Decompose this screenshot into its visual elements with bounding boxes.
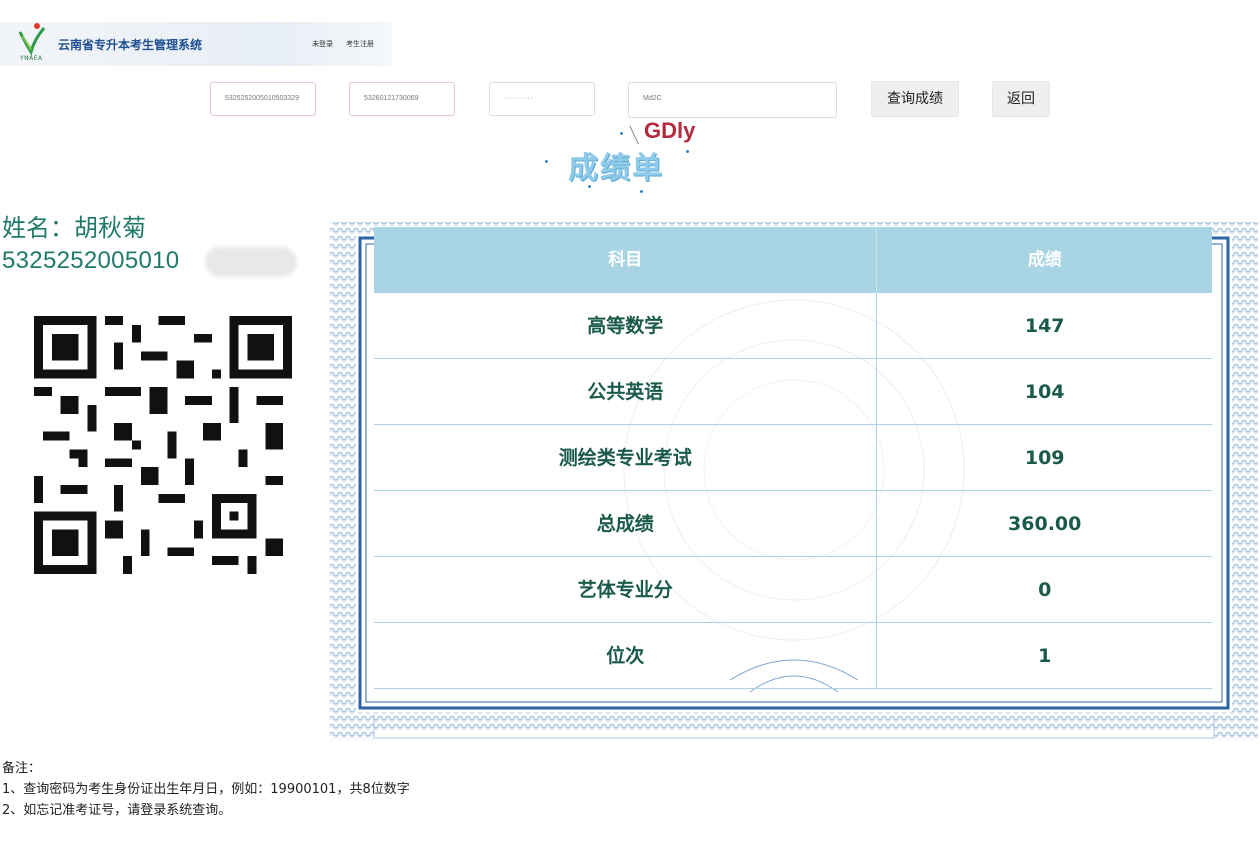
- title-decoration-dot: [640, 190, 643, 193]
- logo-caption: YNAEA: [20, 55, 43, 62]
- score-cell: 109: [1024, 447, 1065, 469]
- id-number-input[interactable]: 5326012173006​9: [349, 82, 455, 116]
- register-link[interactable]: 考生注册: [346, 39, 374, 49]
- notes-label: 备注：: [2, 761, 42, 776]
- subject-cell: 总成绩: [374, 491, 878, 556]
- score-cell: 147: [1024, 315, 1065, 337]
- exam-number-input[interactable]: 5325252005010503329: [210, 82, 316, 116]
- score-cell: 0: [1038, 579, 1052, 601]
- title-decoration-dot: [620, 132, 623, 135]
- title-decoration-dot: [588, 185, 591, 188]
- score-cell: 360.00: [1008, 513, 1082, 535]
- candidate-exam-number: 5325252005010: [2, 247, 180, 274]
- table-row: 艺体专业分 0: [374, 557, 1212, 623]
- table-row: 公共英语 104: [374, 359, 1212, 425]
- column-header-score: 成绩: [1027, 250, 1062, 270]
- table-row: 高等数学 147: [374, 293, 1212, 359]
- back-button[interactable]: 返回: [992, 81, 1050, 117]
- redaction-blur: [205, 247, 297, 277]
- captcha-input[interactable]: Md2C: [628, 82, 837, 118]
- notes-line-1: 1、查询密码为考生身份证出生年月日，例如：19900101，共8位数字: [2, 782, 410, 797]
- notes: 备注： 1、查询密码为考生身份证出生年月日，例如：19900101，共8位数字 …: [2, 758, 410, 821]
- report-title: 成绩单: [568, 151, 664, 186]
- subject-cell: 高等数学: [374, 293, 878, 358]
- table-header-row: 科目 成绩: [374, 227, 1212, 293]
- password-input[interactable]: ·········: [489, 82, 595, 116]
- title-decoration-dot: [545, 160, 548, 163]
- query-score-button[interactable]: 查询成绩: [871, 81, 959, 117]
- candidate-name: 姓名：胡秋菊: [2, 214, 146, 242]
- subject-cell: 艺体专业分: [374, 557, 878, 622]
- table-row: 总成绩 360.00: [374, 491, 1212, 557]
- qr-code: [34, 316, 292, 574]
- score-cell: 104: [1024, 381, 1065, 403]
- table-row: 测绘类专业考试 109: [374, 425, 1212, 491]
- table-row: 位次 1: [374, 623, 1212, 689]
- login-link[interactable]: 未登录: [312, 39, 333, 49]
- subject-cell: 公共英语: [374, 359, 878, 424]
- notes-line-2: 2、如忘记准考证号，请登录系统查询。: [2, 803, 232, 818]
- score-cell: 1: [1038, 645, 1052, 667]
- subject-cell: 位次: [374, 623, 878, 688]
- site-title: 云南省专升本考生管理系统: [58, 38, 203, 52]
- captcha-image[interactable]: GDly: [644, 118, 695, 144]
- title-decoration-dot: [686, 150, 689, 153]
- site-header: YNAEA 云南省专升本考生管理系统 未登录 考生注册: [0, 22, 392, 66]
- column-header-subject: 科目: [374, 227, 878, 293]
- subject-cell: 测绘类专业考试: [374, 425, 878, 490]
